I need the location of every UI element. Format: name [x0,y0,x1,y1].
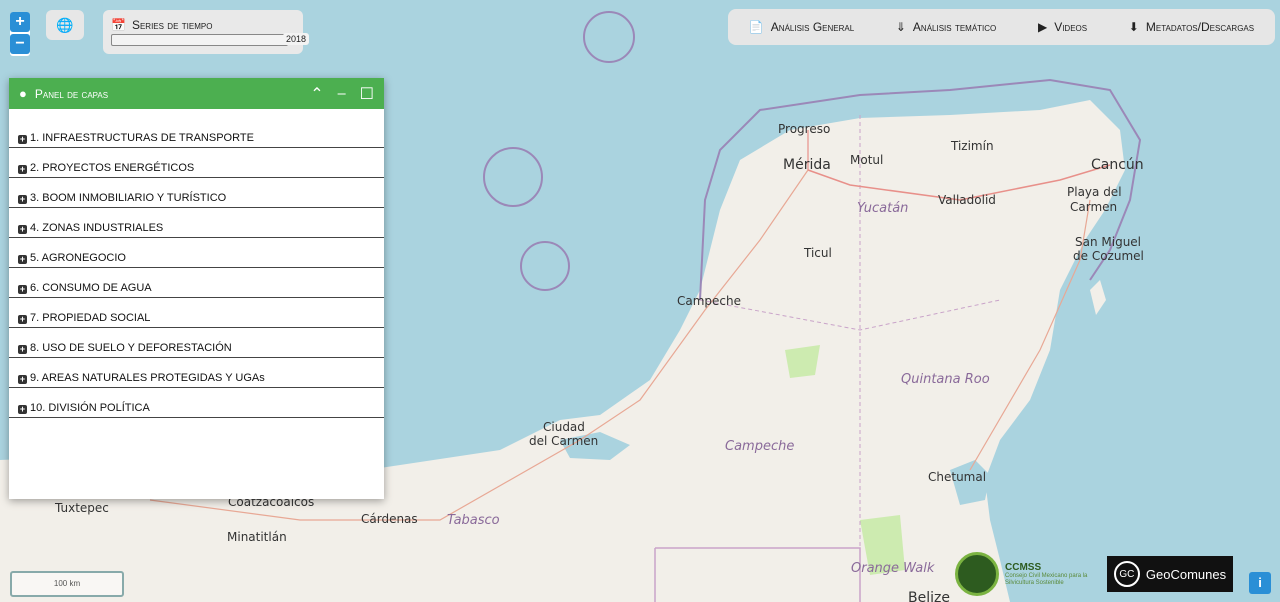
menu-analisis-general[interactable]: 📄 Análisis General [749,20,854,34]
label-san-miguel-1: San Miguel [1075,235,1141,249]
label-minatitlan: Minatitlán [227,530,287,544]
basemap-button[interactable]: 🌐 [46,10,84,40]
zoom-control: + − [10,12,30,56]
label-san-miguel-2: de Cozumel [1073,249,1144,263]
layer-group-label: 10. DIVISIÓN POLÍTICA [30,402,150,414]
label-playa-2: Carmen [1070,200,1117,214]
geocomunes-name: GeoComunes [1145,566,1227,582]
label-orange-walk: Orange Walk [851,561,935,576]
menu-label: Análisis General [770,20,855,34]
expand-plus-icon: + [18,404,27,414]
menu-label: Análisis temático [912,20,997,34]
menu-label: Metadatos/Descargas [1145,20,1255,34]
menu-metadatos-descargas[interactable]: ⬇ Metadatos/Descargas [1129,20,1254,34]
gc-badge-icon: GC [1113,561,1140,587]
expand-plus-icon: + [18,314,27,324]
zoom-in-button[interactable]: + [10,12,30,32]
calendar-icon: 📅 [111,18,126,32]
label-cancun: Cancún [1091,157,1144,173]
document-icon: 📄 [748,20,764,34]
year-value: 2018 [283,33,310,45]
layer-group-label: 8. USO DE SUELO Y DEFORESTACIÓN [30,342,232,354]
expand-plus-icon: + [18,134,27,144]
layer-group-label: 7. PROPIEDAD SOCIAL [30,312,151,324]
zoom-out-button[interactable]: − [10,34,30,54]
layer-group-label: 5. AGRONEGOCIO [30,252,126,264]
label-motul: Motul [850,153,883,167]
label-campeche-state: Campeche [725,439,794,454]
layer-group-item[interactable]: +1. INFRAESTRUCTURAS DE TRANSPORTE [9,118,384,148]
map-pin-icon: ● [19,86,27,101]
layer-group-item[interactable]: +10. DIVISIÓN POLÍTICA [9,388,384,418]
layer-group-item[interactable]: +3. BOOM INMOBILIARIO Y TURÍSTICO [9,178,384,208]
layer-group-item[interactable]: +7. PROPIEDAD SOCIAL [9,298,384,328]
label-yucatan: Yucatán [857,201,908,216]
label-campeche-city: Campeche [677,294,741,308]
layer-group-item[interactable]: +6. CONSUMO DE AGUA [9,268,384,298]
layer-group-item[interactable]: +4. ZONAS INDUSTRIALES [9,208,384,238]
label-tabasco: Tabasco [447,513,500,528]
label-belize: Belize [908,590,950,602]
expand-plus-icon: + [18,374,27,384]
chevrons-down-icon: ⇓ [895,20,906,34]
ccmss-name: CCMSS [1005,561,1042,573]
label-cardenas: Cárdenas [361,512,418,526]
expand-plus-icon: + [18,194,27,204]
series-title: Series de tiempo [131,18,213,32]
layer-group-label: 1. INFRAESTRUCTURAS DE TRANSPORTE [30,132,254,144]
top-menu: 📄 Análisis General ⇓ Análisis temático ▶… [728,9,1275,45]
ccmss-emblem-icon [955,552,999,596]
label-playa-1: Playa del [1067,185,1122,199]
layer-group-label: 9. AREAS NATURALES PROTEGIDAS Y UGAs [30,372,265,384]
label-ciudad-1: Ciudad [543,420,585,434]
label-tizimin: Tizimín [950,139,994,153]
layer-group-item[interactable]: +2. PROYECTOS ENERGÉTICOS [9,148,384,178]
minimize-icon[interactable]: ⎯ [338,85,346,103]
expand-plus-icon: + [18,344,27,354]
info-button[interactable]: i [1249,572,1271,594]
layer-group-item[interactable]: +8. USO DE SUELO Y DEFORESTACIÓN [9,328,384,358]
menu-label: Videos [1054,20,1088,34]
layer-group-item[interactable]: +5. AGRONEGOCIO [9,238,384,268]
download-icon: ⬇ [1128,20,1139,34]
expand-plus-icon: + [18,284,27,294]
expand-plus-icon: + [18,254,27,264]
label-chetumal: Chetumal [928,470,986,484]
globe-icon: 🌐 [56,16,74,33]
time-slider[interactable] [111,34,288,46]
scale-bar: 100 km [10,571,124,597]
label-ciudad-2: del Carmen [529,434,598,448]
layer-group-label: 6. CONSUMO DE AGUA [30,282,152,294]
expand-plus-icon: + [18,164,27,174]
label-merida: Mérida [783,157,831,173]
label-ticul: Ticul [803,246,832,260]
layers-panel-title: Panel de capas [34,86,109,101]
play-icon: ▶ [1037,20,1048,34]
layer-group-item[interactable]: +9. AREAS NATURALES PROTEGIDAS Y UGAs [9,358,384,388]
maximize-icon[interactable]: ☐ [360,84,374,104]
layer-group-label: 4. ZONAS INDUSTRIALES [30,222,164,234]
time-series-control: 📅 Series de tiempo [103,10,303,54]
collapse-icon[interactable]: ⌃ [310,84,323,104]
label-tuxtepec: Tuxtepec [54,501,109,515]
label-progreso: Progreso [778,122,830,136]
label-valladolid: Valladolid [938,193,996,207]
label-quintana-roo: Quintana Roo [901,372,990,387]
ccmss-logo[interactable]: CCMSS Consejo Civil Mexicano para la Sil… [955,552,1095,596]
layer-group-label: 3. BOOM INMOBILIARIO Y TURÍSTICO [30,192,227,204]
layers-panel-header: ● Panel de capas ⌃ ⎯ ☐ [9,78,384,109]
menu-analisis-tematico[interactable]: ⇓ Análisis temático [896,20,996,34]
ccmss-subtitle: Consejo Civil Mexicano para la Silvicult… [1005,572,1088,586]
layers-list: +1. INFRAESTRUCTURAS DE TRANSPORTE +2. P… [9,109,384,418]
layers-panel: ● Panel de capas ⌃ ⎯ ☐ +1. INFRAESTRUCTU… [9,78,384,499]
layer-group-label: 2. PROYECTOS ENERGÉTICOS [30,162,195,174]
menu-videos[interactable]: ▶ Videos [1038,20,1087,34]
geocomunes-logo[interactable]: GC GeoComunes [1107,556,1233,592]
expand-plus-icon: + [18,224,27,234]
